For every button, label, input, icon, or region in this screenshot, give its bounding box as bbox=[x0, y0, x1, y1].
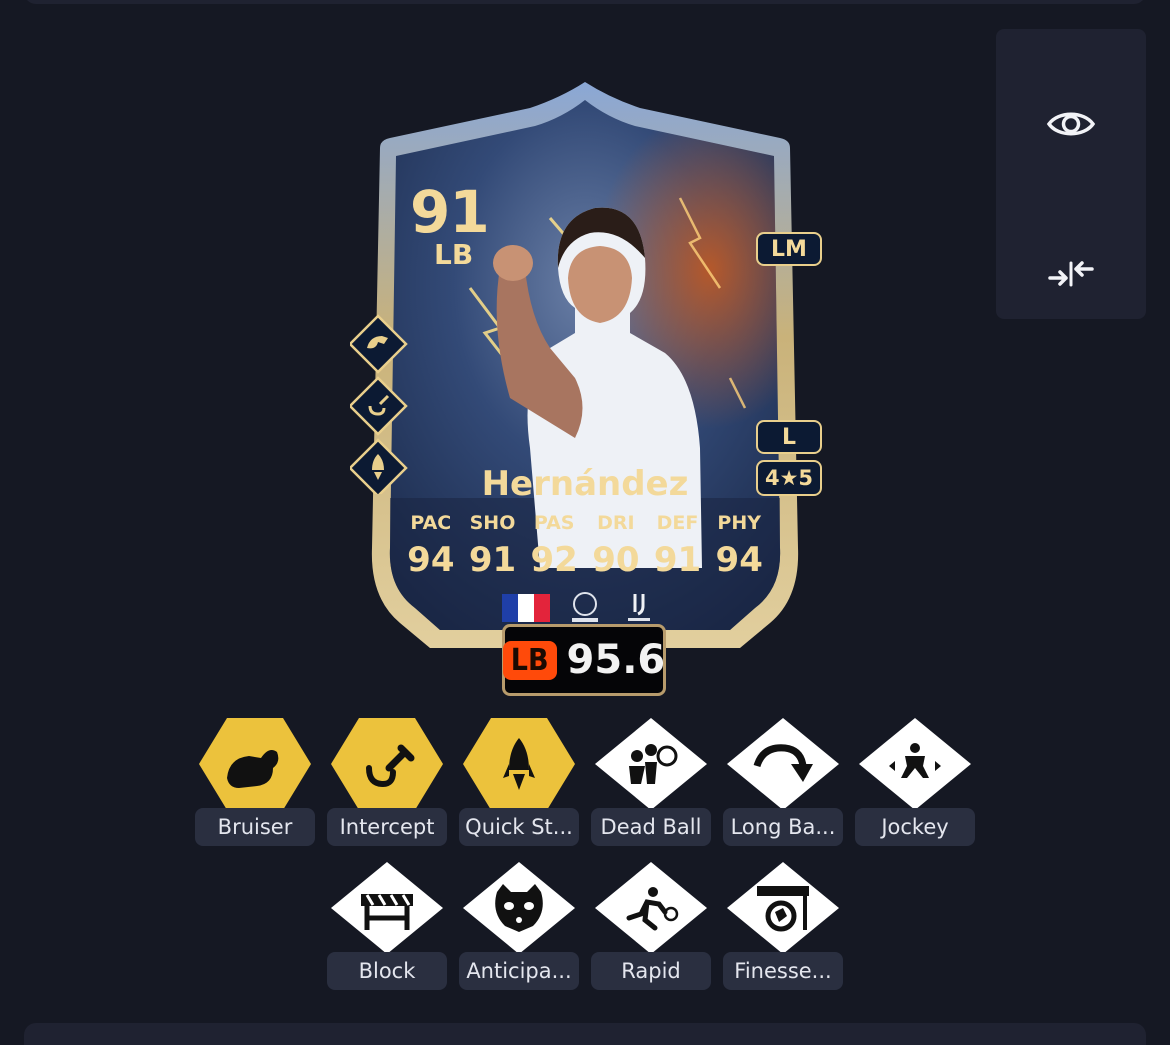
stat-dri: DRI 90 bbox=[585, 512, 647, 580]
preferred-foot-chip: L bbox=[756, 420, 822, 454]
compare-button[interactable] bbox=[996, 229, 1146, 319]
stat-value: 92 bbox=[530, 540, 578, 580]
stat-label: DRI bbox=[597, 512, 635, 534]
playstyle-quick-step[interactable]: Quick St... bbox=[459, 718, 579, 850]
playstyle-dead-ball[interactable]: Dead Ball bbox=[591, 718, 711, 850]
stat-value: 90 bbox=[592, 540, 640, 580]
runner-icon bbox=[595, 862, 707, 954]
playstyle-label: Finesse... bbox=[723, 952, 843, 990]
badge-position: LB bbox=[502, 640, 557, 680]
stat-value: 94 bbox=[407, 540, 455, 580]
stat-label: PAS bbox=[533, 512, 575, 534]
stat-label: DEF bbox=[656, 512, 699, 534]
player-card[interactable]: 91 LB LM L 4★5 Hernández PAC 94 SHO 91 P… bbox=[350, 78, 822, 698]
stat-value: 94 bbox=[715, 540, 763, 580]
rocket-icon bbox=[463, 718, 575, 810]
alternate-position-chip: LM bbox=[756, 232, 822, 266]
player-photo bbox=[493, 207, 702, 568]
curved-arrow-icon bbox=[727, 718, 839, 810]
stat-label: SHO bbox=[469, 512, 516, 534]
mini-quickstep-icon bbox=[350, 438, 408, 494]
stat-value: 91 bbox=[468, 540, 517, 580]
stat-pas: PAS 92 bbox=[523, 512, 585, 580]
stat-sho: SHO 91 bbox=[462, 512, 524, 580]
league-logo-icon bbox=[572, 592, 598, 622]
playstyle-finesse-shot[interactable]: Finesse... bbox=[723, 862, 843, 994]
barrier-icon bbox=[331, 862, 443, 954]
playstyle-intercept[interactable]: Intercept bbox=[327, 718, 447, 850]
bottom-panel-edge bbox=[24, 1023, 1146, 1045]
playstyle-block[interactable]: Block bbox=[327, 862, 447, 994]
view-button[interactable] bbox=[996, 79, 1146, 169]
playstyle-jockey[interactable]: Jockey bbox=[855, 718, 975, 850]
hook-icon bbox=[331, 718, 443, 810]
mini-intercept-icon bbox=[350, 376, 408, 436]
stat-def: DEF 91 bbox=[647, 512, 709, 580]
mini-bruiser-icon bbox=[350, 314, 408, 374]
stat-phy: PHY 94 bbox=[708, 512, 770, 580]
france-flag-icon bbox=[502, 594, 550, 622]
playstyle-label: Dead Ball bbox=[591, 808, 711, 846]
dead-ball-icon bbox=[595, 718, 707, 810]
playstyle-label: Block bbox=[327, 952, 447, 990]
club-crest-icon bbox=[628, 594, 650, 621]
eye-icon bbox=[1046, 112, 1096, 136]
playstyle-label: Jockey bbox=[855, 808, 975, 846]
playstyle-label: Long Ba... bbox=[723, 808, 843, 846]
position-rating-badge: LB 95.6 bbox=[502, 624, 666, 696]
finesse-shot-icon bbox=[727, 862, 839, 954]
playstyle-bruiser[interactable]: Bruiser bbox=[195, 718, 315, 850]
top-panel-edge bbox=[24, 0, 1146, 4]
stat-label: PHY bbox=[717, 512, 761, 534]
player-name: Hernández bbox=[481, 464, 689, 504]
playstyle-anticipate[interactable]: Anticipa... bbox=[459, 862, 579, 994]
playstyle-label: Bruiser bbox=[195, 808, 315, 846]
skill-weakfoot-chip: 4★5 bbox=[756, 460, 822, 496]
badge-score: 95.6 bbox=[566, 637, 666, 683]
playstyle-label: Quick St... bbox=[459, 808, 579, 846]
playstyle-long-ball-pass[interactable]: Long Ba... bbox=[723, 718, 843, 850]
playstyle-label: Intercept bbox=[327, 808, 447, 846]
card-playstyle-plus-icons bbox=[350, 314, 408, 494]
playstyle-rapid[interactable]: Rapid bbox=[591, 862, 711, 994]
jockey-icon bbox=[859, 718, 971, 810]
playstyle-label: Anticipa... bbox=[459, 952, 579, 990]
compare-arrows-icon bbox=[1048, 261, 1094, 287]
card-position: LB bbox=[434, 238, 474, 271]
flexed-arm-icon bbox=[199, 718, 311, 810]
raccoon-icon bbox=[463, 862, 575, 954]
stat-pac: PAC 94 bbox=[400, 512, 462, 580]
stat-label: PAC bbox=[410, 512, 452, 534]
side-actions-panel bbox=[996, 29, 1146, 319]
card-stats: PAC 94 SHO 91 PAS 92 DRI 90 DEF 91 PHY 9… bbox=[400, 512, 770, 580]
overall-rating: 91 bbox=[410, 178, 490, 246]
stat-value: 91 bbox=[653, 540, 702, 580]
playstyle-label: Rapid bbox=[591, 952, 711, 990]
card-badges bbox=[502, 592, 650, 622]
